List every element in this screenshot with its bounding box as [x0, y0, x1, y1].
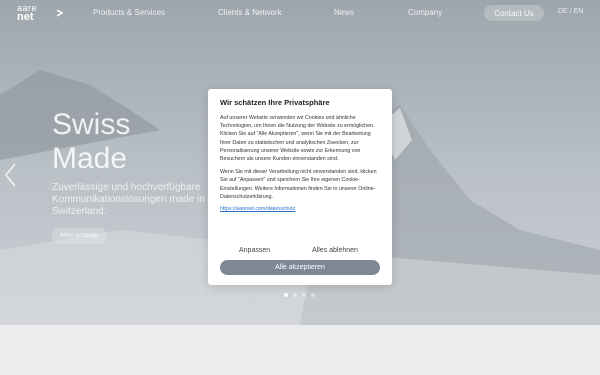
reject-all-button[interactable]: Alles ablehnen	[312, 247, 358, 254]
cookie-secondary-buttons: Anpassen Alles ablehnen	[220, 247, 380, 259]
privacy-policy-link[interactable]: https://aarenet.com/datenschutz	[220, 206, 380, 212]
page-content-below	[0, 325, 600, 375]
cookie-consent-dialog: Wir schätzen Ihre Privatsphäre Auf unser…	[208, 89, 392, 285]
customize-button[interactable]: Anpassen	[239, 247, 270, 254]
cookie-dialog-paragraph-2: Wenn Sie mit dieser Verarbeitung nicht e…	[220, 169, 377, 200]
cookie-dialog-title: Wir schätzen Ihre Privatsphäre	[220, 98, 330, 107]
accept-all-button[interactable]: Alle akzeptieren	[220, 260, 380, 275]
cookie-dialog-paragraph-1: Auf unserer Website verwenden wir Cookie…	[220, 115, 375, 163]
